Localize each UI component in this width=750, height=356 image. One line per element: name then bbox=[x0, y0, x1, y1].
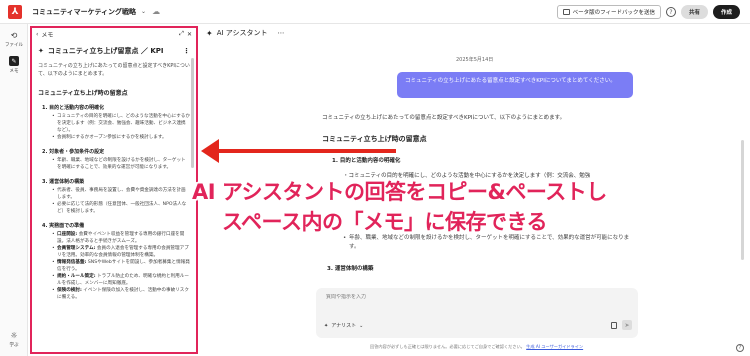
mode-label: アナリスト bbox=[331, 323, 357, 329]
ai-subheading: 1. 目的と活動内容の明確化 bbox=[332, 158, 401, 164]
more-options-icon[interactable]: ⋯ bbox=[278, 29, 285, 37]
share-button[interactable]: 共有 bbox=[680, 5, 708, 19]
list-item: 年齢、職業、地域などの制限を設けるかを検討し、ターゲットを明確にすることで、効果… bbox=[52, 157, 190, 171]
create-button[interactable]: 作成 bbox=[712, 5, 740, 19]
memo-panel: ‹ メモ ⤢ ✕ ✦ コミュニティ立ち上げ留意点 ／ KPI ⋮ コミュニティの… bbox=[30, 26, 198, 354]
help-corner-icon[interactable]: ? bbox=[736, 344, 744, 352]
list-item: 口座開設: 会費やイベント収益を管理する専用の銀行口座を開設。法人格があると手続… bbox=[52, 231, 190, 245]
memo-section-title: 1. 目的と活動内容の明確化 bbox=[42, 105, 105, 111]
memo-scrollbar[interactable] bbox=[191, 58, 194, 168]
close-icon[interactable]: ✕ bbox=[187, 31, 192, 38]
feedback-label: ベータ版のフィードバックを送信 bbox=[572, 10, 655, 16]
top-bar: ⅄ コミュニティマーケティング戦略 ⌄ ☁ ベータ版のフィードバックを送信 ? … bbox=[0, 0, 750, 24]
ai-heading: コミュニティ立ち上げ時の留意点 bbox=[322, 135, 427, 143]
chat-header-title: AI アシスタント bbox=[216, 29, 268, 37]
list-item: 情報発信基盤: SNSやWebサイトを開設し、参加者募集と情報発信を行う。 bbox=[52, 259, 190, 273]
rail-item-learn[interactable]: ☼ 学ぶ bbox=[0, 330, 28, 349]
sparkle-icon: ✦ bbox=[324, 322, 329, 329]
disclaimer: 回答内容が必ずしも正確とは限りません。必要に応じてご自身でご確認ください。 生成… bbox=[370, 344, 583, 350]
memo-header: ‹ メモ ⤢ ✕ bbox=[32, 28, 196, 40]
feedback-button[interactable]: ベータ版のフィードバックを送信 bbox=[556, 5, 661, 19]
ai-subheading: 3. 運営体制の構築 bbox=[327, 266, 374, 272]
item-label: 会員管理システム: bbox=[57, 246, 96, 251]
left-rail: ⟲ ファイル ✎ メモ ☼ 学ぶ bbox=[0, 24, 28, 356]
sparkle-icon: ✦ bbox=[38, 47, 44, 55]
chat-date: 2025年5月14日 bbox=[456, 57, 494, 63]
annotation-arrow-line bbox=[214, 149, 396, 153]
memo-header-label: メモ bbox=[41, 31, 54, 39]
annotation-callout-line2: スペース内の「メモ」に保存できる bbox=[222, 210, 548, 234]
memo-intro: コミュニティの立ち上げにあたっての留意点と設定すべきKPIについて、以下のように… bbox=[38, 63, 190, 77]
top-right-actions: ベータ版のフィードバックを送信 ? 共有 作成 bbox=[556, 5, 740, 19]
rail-label-memo: メモ bbox=[9, 69, 19, 74]
list-item: 必要に応じて法的形態（任意団体、一般社団法人、NPO法人など）を検討します。 bbox=[52, 201, 190, 215]
memo-heading: コミュニティ立ち上げ時の留意点 bbox=[38, 90, 128, 97]
list-item: 代表者、役員、事務局を設置し、会費や資金調達の方法を計画します。 bbox=[52, 187, 190, 201]
memo-icon: ✎ bbox=[9, 56, 19, 66]
cloud-icon: ☁ bbox=[152, 7, 161, 16]
rail-label-learn: 学ぶ bbox=[9, 343, 19, 348]
list-item: コミュニティの目的を明確にし、どのような活動を中心にするかを決定します（例：交流… bbox=[52, 113, 190, 134]
rail-label-file: ファイル bbox=[5, 43, 23, 48]
chat-composer: ✦ アナリスト ⌄ ➤ bbox=[316, 288, 638, 338]
chevron-left-icon[interactable]: ‹ bbox=[36, 31, 38, 38]
lightbulb-icon: ☼ bbox=[10, 330, 18, 340]
memo-section-title: 4. 実務面での準備 bbox=[42, 223, 85, 229]
ai-sparkle-icon: ✦ bbox=[206, 28, 213, 38]
mode-selector[interactable]: ✦ アナリスト ⌄ bbox=[324, 322, 364, 330]
list-item: 会員制にするかオープン参加にするかを検討します。 bbox=[52, 134, 190, 141]
more-icon[interactable]: ⋮ bbox=[183, 47, 190, 55]
rail-item-file[interactable]: ⟲ ファイル bbox=[0, 30, 28, 49]
document-title[interactable]: コミュニティマーケティング戦略 bbox=[32, 7, 136, 17]
chevron-down-icon: ⌄ bbox=[359, 322, 364, 329]
item-label: 保険の検討: bbox=[57, 288, 82, 293]
list-item: 規約・ルール策定: トラブル防止のため、明確な規約と利用ルールを作成し、メンバー… bbox=[52, 273, 190, 287]
item-text: 会費やイベント収益を管理する専用の銀行口座を開設。法人格があると手続きがスムーズ… bbox=[57, 232, 185, 244]
annotation-callout-line1: AI アシスタントの回答をコピー&ペーストし bbox=[192, 180, 607, 204]
rail-item-memo[interactable]: ✎ メモ bbox=[0, 56, 28, 74]
chevron-down-icon[interactable]: ⌄ bbox=[141, 8, 146, 15]
acrobat-logo-icon[interactable]: ⅄ bbox=[8, 4, 22, 19]
send-button[interactable]: ➤ bbox=[622, 320, 632, 330]
ai-intro-text: コミュニティの立ち上げにあたっての留意点と設定すべきKPIについて、以下のように… bbox=[322, 115, 566, 121]
help-icon[interactable]: ? bbox=[665, 7, 676, 17]
list-item: 保険の検討: イベント保険の加入を検討し、活動中の事故リスクに備える。 bbox=[52, 287, 190, 301]
chat-header: ✦ AI アシスタント ⋯ bbox=[206, 28, 285, 38]
ai-bullet: 年齢、職業、地域などの制限を設けるかを検討し、ターゲットを明確にすることで、効果… bbox=[343, 234, 633, 252]
disclaimer-text: 回答内容が必ずしも正確とは限りません。必要に応じてご自身でご確認ください。 bbox=[370, 344, 525, 349]
file-icon: ⟲ bbox=[10, 30, 18, 40]
user-message-bubble: コミュニティの立ち上げにあたる留意点と設定すべきKPIについてまとめてください。 bbox=[397, 72, 633, 98]
item-label: 情報発信基盤: bbox=[57, 260, 87, 265]
guideline-link[interactable]: 生成 AI ユーザーガイドライン bbox=[526, 344, 583, 349]
feedback-icon bbox=[562, 9, 570, 15]
list-item: 会員管理システム: 会員の入退会を管理する専用の会員管理アプリを活用。効率的な会… bbox=[52, 245, 190, 259]
copy-icon[interactable] bbox=[611, 321, 617, 329]
item-label: 規約・ルール策定: bbox=[57, 274, 96, 279]
expand-icon[interactable]: ⤢ bbox=[179, 30, 184, 38]
memo-title-text: コミュニティ立ち上げ留意点 ／ KPI bbox=[47, 47, 164, 55]
memo-section-title: 3. 運営体制の構築 bbox=[42, 179, 85, 185]
prompt-input[interactable] bbox=[326, 294, 566, 300]
item-label: 口座開設: bbox=[57, 232, 78, 237]
memo-section-title: 2. 対象者・参加条件の設定 bbox=[42, 149, 105, 155]
annotation-arrow-head bbox=[201, 139, 219, 163]
composer-actions: ➤ bbox=[611, 320, 632, 330]
chat-scrollbar[interactable] bbox=[741, 140, 744, 260]
memo-title: ✦ コミュニティ立ち上げ留意点 ／ KPI ⋮ bbox=[38, 46, 190, 56]
